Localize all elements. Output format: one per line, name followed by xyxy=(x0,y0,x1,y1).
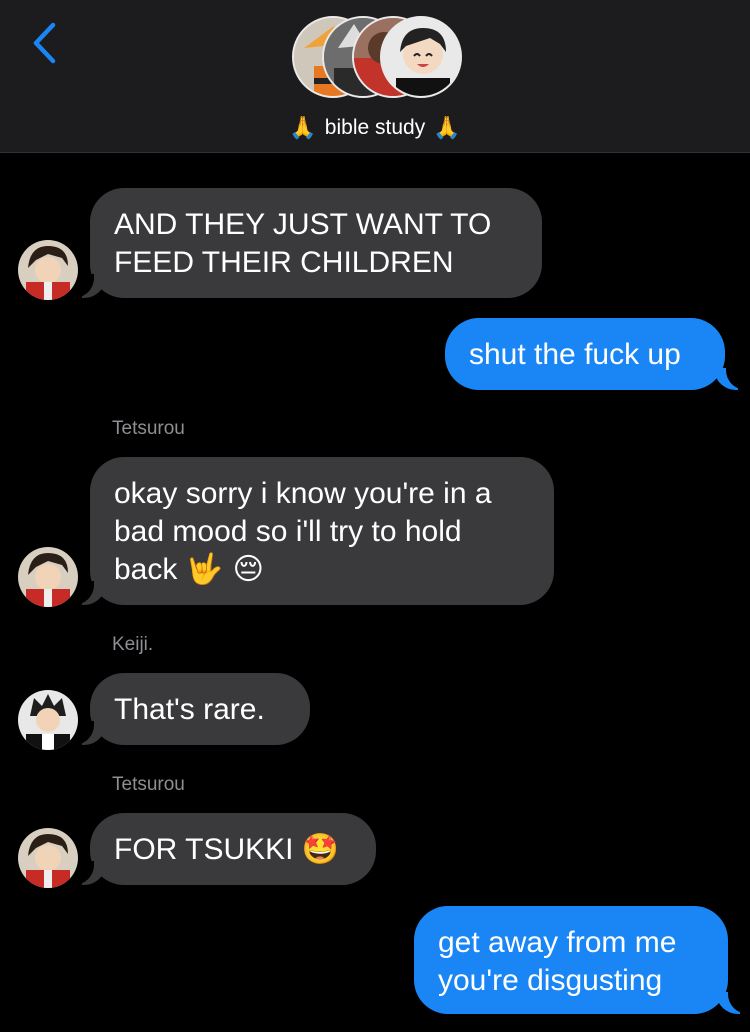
bubble-tail xyxy=(716,990,750,1014)
bubble-tail xyxy=(70,581,106,605)
sender-name: Keiji. xyxy=(112,634,154,655)
praying-hands-icon: 🙏 xyxy=(433,115,461,141)
bubble-tail xyxy=(714,366,750,390)
group-name: bible study xyxy=(324,116,426,139)
outgoing-message-bubble[interactable]: get away from me you're disgusting xyxy=(414,906,728,1014)
emoji-icon: 🤟 😔 xyxy=(185,552,264,587)
star-struck-emoji-icon: 🤩 xyxy=(301,832,340,867)
incoming-message-bubble[interactable]: okay sorry i know you're in a bad mood s… xyxy=(90,457,554,605)
contact-avatar[interactable] xyxy=(18,828,78,888)
praying-hands-icon: 🙏 xyxy=(289,115,317,141)
conversation-title[interactable]: 🙏 bible study 🙏 xyxy=(0,112,750,144)
outgoing-message-bubble[interactable]: shut the fuck up xyxy=(445,318,725,390)
incoming-message-bubble[interactable]: AND THEY JUST WANT TO FEED THEIR CHILDRE… xyxy=(90,188,542,298)
message-text: FEED THEIR CHILDREN xyxy=(114,246,454,279)
sender-name: Tetsurou xyxy=(112,418,185,439)
message-text: back xyxy=(114,553,178,586)
back-button[interactable] xyxy=(24,20,64,66)
group-avatars[interactable] xyxy=(292,16,462,102)
message-text: okay sorry i know you're in a xyxy=(114,477,492,510)
bubble-tail xyxy=(70,274,106,298)
bubble-tail xyxy=(70,721,106,745)
message-text: FOR TSUKKI xyxy=(114,833,294,866)
message-text: That's rare. xyxy=(114,693,265,726)
conversation-header: 🙏 bible study 🙏 xyxy=(0,0,750,153)
message-text: AND THEY JUST WANT TO xyxy=(114,208,492,241)
contact-avatar[interactable] xyxy=(18,547,78,607)
contact-avatar[interactable] xyxy=(18,240,78,300)
incoming-message-bubble[interactable]: That's rare. xyxy=(90,673,310,745)
message-text: you're disgusting xyxy=(438,964,663,997)
sender-name: Tetsurou xyxy=(112,774,185,795)
message-text: bad mood so i'll try to hold xyxy=(114,515,462,548)
message-text: get away from me xyxy=(438,926,677,959)
message-text: shut the fuck up xyxy=(469,338,681,371)
chevron-left-icon xyxy=(33,22,56,64)
bubble-tail xyxy=(70,861,106,885)
incoming-message-bubble[interactable]: FOR TSUKKI 🤩 xyxy=(90,813,376,885)
group-member-avatar xyxy=(380,16,462,98)
contact-avatar[interactable] xyxy=(18,690,78,750)
